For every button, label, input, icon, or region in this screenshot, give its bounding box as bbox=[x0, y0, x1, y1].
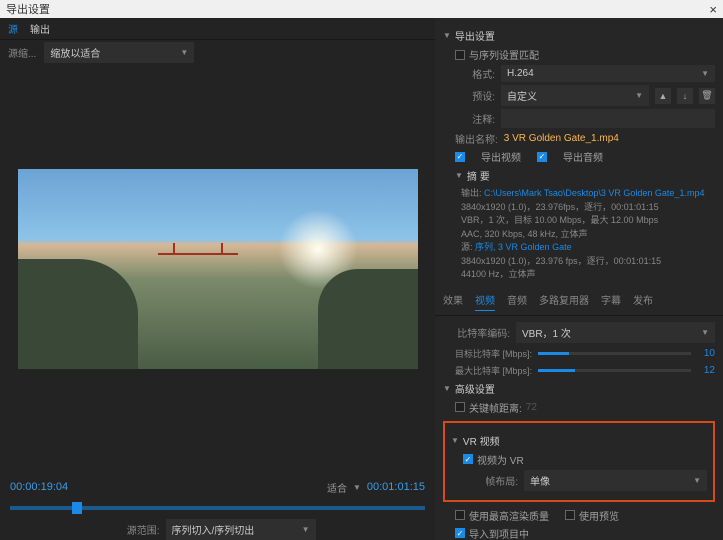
chevron-down-icon: ▼ bbox=[693, 476, 701, 485]
tab-audio[interactable]: 音频 bbox=[507, 292, 527, 311]
preview-panel: 源 输出 源缩... 缩放以适合 ▼ 00:00:19:04 适合 ▼ 00:0… bbox=[0, 18, 435, 540]
playhead[interactable] bbox=[72, 502, 82, 514]
tab-publish[interactable]: 发布 bbox=[633, 292, 653, 311]
delete-preset-icon[interactable]: 🗑 bbox=[699, 88, 715, 104]
bitrate-encoding-label: 比特率编码: bbox=[455, 325, 510, 340]
settings-panel: ▼ 导出设置 与序列设置匹配 格式: H.264 ▼ 预设: 自定义 ▼ bbox=[435, 18, 723, 540]
current-timecode[interactable]: 00:00:19:04 bbox=[10, 481, 68, 493]
scale-label: 源缩... bbox=[8, 45, 36, 60]
keyframe-distance-label: 关键帧距离: bbox=[469, 400, 522, 415]
frame-layout-label: 帧布局: bbox=[463, 473, 518, 488]
keyframe-distance-checkbox[interactable] bbox=[455, 402, 465, 412]
output-name-label: 输出名称: bbox=[455, 131, 498, 146]
zoom-fit-label[interactable]: 适合 bbox=[327, 480, 347, 495]
advanced-settings-header[interactable]: ▼ 高级设置 bbox=[443, 381, 715, 396]
vr-video-section: ▼ VR 视频 ✓ 视频为 VR 帧布局: 单像 ▼ bbox=[443, 421, 715, 502]
window-title: 导出设置 bbox=[6, 1, 50, 17]
max-bitrate-value[interactable]: 12 bbox=[697, 365, 715, 376]
frame-layout-dropdown[interactable]: 单像 ▼ bbox=[524, 470, 707, 491]
preset-label: 预设: bbox=[455, 88, 495, 103]
tab-multiplexer[interactable]: 多路复用器 bbox=[539, 292, 589, 311]
max-bitrate-label: 最大比特率 [Mbps]: bbox=[455, 364, 532, 377]
format-dropdown[interactable]: H.264 ▼ bbox=[501, 65, 715, 82]
export-video-checkbox[interactable]: ✓ bbox=[455, 152, 465, 162]
tab-source[interactable]: 源 bbox=[8, 19, 18, 38]
tab-effects[interactable]: 效果 bbox=[443, 292, 463, 311]
import-preset-icon[interactable]: ↓ bbox=[677, 88, 693, 104]
preset-dropdown[interactable]: 自定义 ▼ bbox=[501, 85, 649, 106]
export-settings-header[interactable]: ▼ 导出设置 bbox=[443, 28, 715, 43]
tab-captions[interactable]: 字幕 bbox=[601, 292, 621, 311]
export-audio-checkbox[interactable]: ✓ bbox=[537, 152, 547, 162]
comments-label: 注释: bbox=[455, 111, 495, 126]
match-sequence-label: 与序列设置匹配 bbox=[469, 47, 539, 62]
output-name-link[interactable]: 3 VR Golden Gate_1.mp4 bbox=[504, 133, 619, 144]
tab-video[interactable]: 视频 bbox=[475, 292, 495, 311]
video-preview[interactable] bbox=[18, 169, 418, 369]
comments-input[interactable] bbox=[501, 109, 715, 128]
summary-header[interactable]: ▼ 摘 要 bbox=[455, 168, 715, 183]
source-range-dropdown[interactable]: 序列切入/序列切出 ▼ bbox=[166, 519, 316, 540]
tab-output[interactable]: 输出 bbox=[30, 19, 50, 38]
format-label: 格式: bbox=[455, 66, 495, 81]
target-bitrate-slider[interactable] bbox=[538, 352, 691, 355]
total-timecode: 00:01:01:15 bbox=[367, 481, 425, 493]
triangle-down-icon: ▼ bbox=[443, 31, 451, 40]
import-project-checkbox[interactable]: ✓ bbox=[455, 528, 465, 538]
close-icon[interactable]: × bbox=[709, 2, 717, 17]
triangle-down-icon: ▼ bbox=[451, 436, 459, 445]
chevron-down-icon: ▼ bbox=[701, 69, 709, 78]
chevron-down-icon: ▼ bbox=[635, 91, 643, 100]
target-bitrate-label: 目标比特率 [Mbps]: bbox=[455, 347, 532, 360]
title-bar: 导出设置 × bbox=[0, 0, 723, 18]
chevron-down-icon: ▼ bbox=[701, 328, 709, 337]
chevron-down-icon[interactable]: ▼ bbox=[353, 483, 361, 492]
scale-dropdown[interactable]: 缩放以适合 ▼ bbox=[44, 42, 194, 63]
chevron-down-icon: ▼ bbox=[302, 525, 310, 534]
max-bitrate-slider[interactable] bbox=[538, 369, 691, 372]
max-render-quality-checkbox[interactable] bbox=[455, 510, 465, 520]
match-sequence-checkbox[interactable] bbox=[455, 50, 465, 60]
video-is-vr-label: 视频为 VR bbox=[477, 452, 524, 467]
chevron-down-icon: ▼ bbox=[180, 48, 188, 57]
save-preset-icon[interactable]: ▲ bbox=[655, 88, 671, 104]
vr-video-header[interactable]: ▼ VR 视频 bbox=[451, 433, 707, 448]
timeline-track[interactable] bbox=[10, 506, 425, 510]
use-preview-checkbox[interactable] bbox=[565, 510, 575, 520]
source-range-label: 源范围: bbox=[120, 522, 160, 537]
triangle-down-icon: ▼ bbox=[443, 384, 451, 393]
target-bitrate-value[interactable]: 10 bbox=[697, 348, 715, 359]
triangle-down-icon: ▼ bbox=[455, 171, 463, 180]
bitrate-encoding-dropdown[interactable]: VBR，1 次 ▼ bbox=[516, 322, 715, 343]
video-is-vr-checkbox[interactable]: ✓ bbox=[463, 454, 473, 464]
